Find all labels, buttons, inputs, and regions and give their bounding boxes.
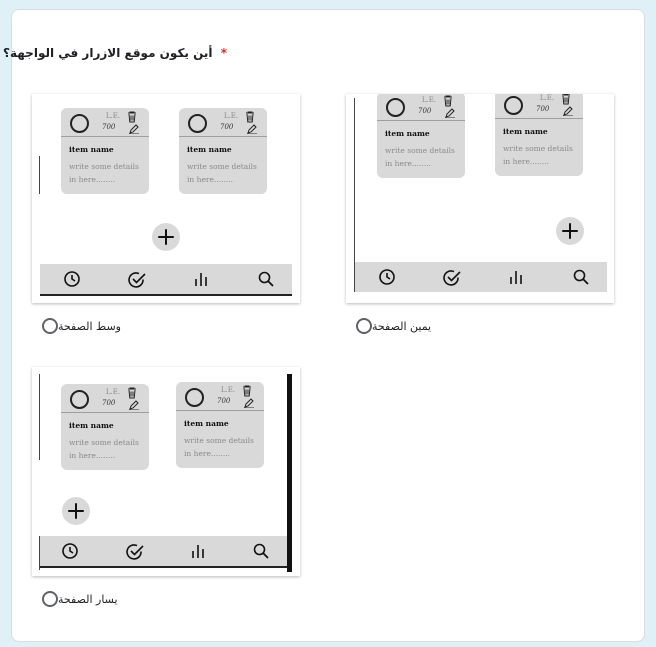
question-title: * أين يكون موقع الازرار في الواجهة؟ <box>3 46 227 60</box>
bottom-nav-bar <box>40 536 287 566</box>
bar-chart-icon <box>195 273 207 286</box>
currency-label: L.E. <box>105 388 121 396</box>
pencil-icon <box>563 106 573 116</box>
option-label: وسط الصفحة <box>58 319 121 333</box>
item-name: item name <box>69 145 114 154</box>
price-label: 700 <box>418 107 432 115</box>
option-image-left[interactable]: L.E. 700 item name write some details in… <box>32 367 300 576</box>
trash-icon <box>444 95 452 107</box>
item-card: L.E. 700 item name write some details in… <box>61 108 149 194</box>
circle-icon <box>185 388 204 407</box>
item-name: item name <box>187 145 232 154</box>
item-name: item name <box>184 419 229 428</box>
circle-icon <box>386 98 405 117</box>
radio-button[interactable] <box>42 318 58 334</box>
search-icon <box>258 271 274 287</box>
pencil-icon <box>247 124 257 134</box>
radio-button[interactable] <box>356 318 372 334</box>
item-divider <box>176 410 264 411</box>
currency-label: L.E. <box>421 96 437 104</box>
item-name: item name <box>385 129 430 138</box>
check-circle-icon <box>126 544 144 560</box>
item-details: write some details in here........ <box>69 438 139 460</box>
bar-chart-icon <box>510 271 522 284</box>
plus-icon <box>556 217 584 245</box>
item-divider <box>495 118 583 119</box>
item-card: L.E. 700 item name write some details in… <box>495 94 583 176</box>
check-circle-icon <box>128 272 146 288</box>
option-image-center[interactable]: L.E. 700 item name write some details in… <box>32 94 300 303</box>
plus-icon <box>62 497 90 525</box>
pencil-icon <box>129 400 139 410</box>
trash-icon <box>562 94 570 105</box>
clock-icon <box>64 271 80 287</box>
item-details: write some details in here........ <box>503 144 573 166</box>
search-icon <box>573 269 589 285</box>
item-divider <box>179 136 267 137</box>
item-name: item name <box>503 127 548 136</box>
item-name: item name <box>69 421 114 430</box>
pencil-icon <box>445 108 455 118</box>
circle-icon <box>70 390 89 409</box>
question-text: أين يكون موقع الازرار في الواجهة؟ <box>3 46 213 60</box>
option-right[interactable]: يمين الصفحة <box>346 318 431 334</box>
item-details: write some details in here........ <box>69 162 139 184</box>
item-card: L.E. 700 item name write some details in… <box>61 384 149 470</box>
item-details: write some details in here........ <box>385 146 455 168</box>
item-divider <box>377 120 465 121</box>
option-center[interactable]: وسط الصفحة <box>32 318 121 334</box>
clock-icon <box>379 269 395 285</box>
bottom-nav-bar <box>355 262 607 292</box>
item-card: L.E. 700 item name write some details in… <box>176 382 264 468</box>
price-label: 700 <box>220 123 234 131</box>
option-image-right[interactable]: L.E. 700 item name write some details in… <box>346 94 614 303</box>
trash-icon <box>243 385 251 397</box>
price-label: 700 <box>217 397 231 405</box>
bottom-nav-bar <box>40 264 292 294</box>
pencil-icon <box>129 124 139 134</box>
circle-icon <box>504 96 523 115</box>
price-label: 700 <box>102 123 116 131</box>
form-question-card: * أين يكون موقع الازرار في الواجهة؟ L.E.… <box>3 9 645 642</box>
pencil-icon <box>244 398 254 408</box>
trash-icon <box>128 387 136 399</box>
price-label: 700 <box>102 399 116 407</box>
item-card: L.E. 700 item name write some details in… <box>179 108 267 194</box>
plus-icon <box>152 223 180 251</box>
item-details: write some details in here........ <box>187 162 257 184</box>
trash-icon <box>246 111 254 123</box>
option-left[interactable]: يسار الصفحة <box>32 591 118 607</box>
currency-label: L.E. <box>220 386 236 394</box>
item-divider <box>61 136 149 137</box>
option-label: يمين الصفحة <box>372 319 432 333</box>
bar-chart-icon <box>192 545 204 558</box>
item-divider <box>61 412 149 413</box>
check-circle-icon <box>443 270 461 286</box>
trash-icon <box>128 111 136 123</box>
price-label: 700 <box>536 105 550 113</box>
circle-icon <box>188 114 207 133</box>
currency-label: L.E. <box>105 112 121 120</box>
currency-label: L.E. <box>223 112 239 120</box>
circle-icon <box>70 114 89 133</box>
required-mark: * <box>220 46 227 60</box>
item-details: write some details in here........ <box>184 436 254 458</box>
clock-icon <box>62 543 78 559</box>
item-card: L.E. 700 item name write some details in… <box>377 94 465 178</box>
currency-label: L.E. <box>539 94 555 102</box>
radio-button[interactable] <box>42 591 58 607</box>
search-icon <box>253 543 269 559</box>
option-label: يسار الصفحة <box>58 592 118 606</box>
